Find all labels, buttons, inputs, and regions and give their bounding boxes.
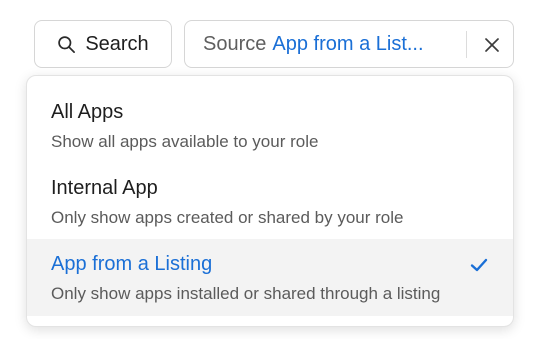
chip-divider [466, 31, 467, 58]
clear-filter-button[interactable] [477, 30, 507, 60]
option-title: Internal App [51, 177, 158, 199]
option-all-apps[interactable]: All Apps Show all apps available to your… [27, 86, 513, 162]
option-description: Show all apps available to your role [51, 132, 319, 151]
search-icon [57, 35, 76, 54]
search-button-label: Search [85, 32, 149, 55]
close-icon [484, 37, 500, 53]
option-description: Only show apps installed or shared throu… [51, 284, 441, 303]
option-title: App from a Listing [51, 253, 213, 275]
option-app-from-listing[interactable]: App from a Listing Only show apps instal… [27, 239, 513, 316]
option-description: Only show apps created or shared by your… [51, 208, 404, 227]
option-internal-app[interactable]: Internal App Only show apps created or s… [27, 162, 513, 238]
source-filter-chip[interactable]: Source App from a List... [184, 20, 514, 68]
checkmark-icon [469, 255, 489, 275]
search-button[interactable]: Search [34, 20, 172, 68]
option-title: All Apps [51, 101, 124, 123]
filter-toolbar: Search Source App from a List... [0, 20, 543, 68]
source-dropdown-menu: All Apps Show all apps available to your… [26, 75, 514, 327]
source-filter-value: App from a List... [272, 32, 424, 55]
source-filter-label: Source [203, 32, 267, 55]
